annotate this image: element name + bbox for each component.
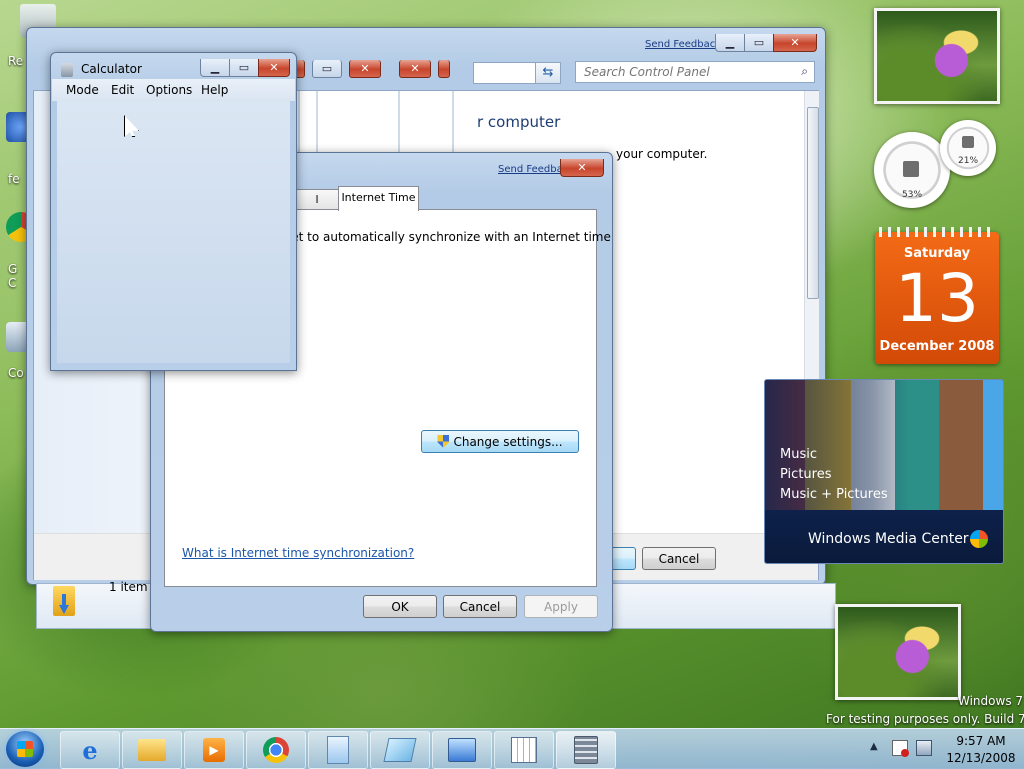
action-center-flag-icon[interactable] bbox=[892, 740, 909, 757]
change-settings-button[interactable]: Change settings... bbox=[421, 430, 579, 453]
page-title: r computer bbox=[477, 113, 561, 131]
media-item-music[interactable]: Music bbox=[780, 447, 817, 462]
search-icon[interactable]: ⌕ bbox=[801, 64, 808, 79]
media-center-title: Windows Media Center bbox=[808, 531, 969, 547]
taskbar-windows-explorer[interactable] bbox=[122, 731, 182, 769]
search-input[interactable] bbox=[582, 64, 786, 80]
taskbar: e ▶ ▲ 9:57 AM 12/13/2008 bbox=[0, 728, 1024, 769]
windows-flag-icon bbox=[17, 741, 33, 757]
menu-help[interactable]: Help bbox=[201, 83, 228, 97]
internet-time-help-link[interactable]: What is Internet time synchronization? bbox=[182, 546, 414, 560]
sync-description: set to automatically synchronize with an… bbox=[285, 230, 611, 244]
taskbar-calendar[interactable] bbox=[494, 731, 554, 769]
control-panel-icon bbox=[448, 738, 476, 762]
desktop-icon-label: G bbox=[8, 262, 18, 276]
close-button[interactable]: ✕ bbox=[560, 159, 604, 177]
taskbar-control-panel[interactable] bbox=[432, 731, 492, 769]
maximize-button[interactable]: ▭ bbox=[229, 59, 259, 77]
calculator-body bbox=[57, 101, 290, 363]
build-watermark-line1: Windows 7 bbox=[958, 694, 1024, 708]
menu-mode[interactable]: Mode bbox=[66, 83, 99, 97]
tab-additional-clocks[interactable]: l Clocks bbox=[295, 189, 339, 226]
calendar-rings bbox=[879, 227, 995, 237]
apply-button[interactable]: Apply bbox=[524, 595, 598, 618]
build-watermark-line2: For testing purposes only. Build 7000 bbox=[826, 712, 1024, 726]
stacked-window-buttons: ✕ ▭ ✕ ✕ bbox=[281, 60, 450, 78]
calendar-day: 13 bbox=[895, 260, 979, 337]
calendar-weekday: Saturday bbox=[903, 246, 971, 261]
clock-time[interactable]: 9:57 AM bbox=[946, 734, 1016, 748]
network-icon[interactable] bbox=[916, 740, 932, 756]
cpu-chip-icon bbox=[903, 161, 919, 177]
close-button[interactable]: ✕ bbox=[258, 59, 290, 77]
minimize-button[interactable]: ▁ bbox=[200, 59, 230, 77]
cpu-percent: 53% bbox=[901, 190, 923, 200]
internet-explorer-icon: e bbox=[82, 735, 98, 765]
taskbar-calculator[interactable] bbox=[556, 731, 616, 769]
memory-gauge: 21% bbox=[940, 120, 996, 176]
taskbar-internet-explorer[interactable]: e bbox=[60, 731, 120, 769]
calculator-app-icon bbox=[61, 63, 73, 77]
menu-bar: Mode Edit Options Help bbox=[52, 79, 295, 101]
maximize-button[interactable]: ▭ bbox=[744, 34, 774, 52]
change-settings-label: Change settings... bbox=[453, 434, 563, 449]
memory-percent: 21% bbox=[957, 156, 979, 166]
search-box[interactable]: ⌕ bbox=[575, 61, 815, 83]
windows-logo-icon bbox=[970, 530, 988, 548]
ok-button[interactable]: OK bbox=[363, 595, 437, 618]
minimize-button[interactable]: ▁ bbox=[715, 34, 745, 52]
taskbar-paint[interactable] bbox=[370, 731, 430, 769]
slideshow-gadget-2[interactable] bbox=[835, 604, 961, 700]
cpu-gauge: 53% bbox=[874, 132, 950, 208]
media-center-gadget[interactable]: Music Pictures Music + Pictures Windows … bbox=[764, 379, 1004, 564]
window-title: Calculator bbox=[81, 62, 142, 76]
desktop-icon-label: C bbox=[8, 276, 17, 290]
cpu-meter-gadget[interactable]: 53% 21% bbox=[872, 118, 1002, 210]
media-player-icon: ▶ bbox=[203, 738, 225, 762]
tab-internet-time[interactable]: Internet Time bbox=[338, 186, 419, 211]
calendar-gadget[interactable]: Saturday 13 December 2008 bbox=[875, 227, 999, 364]
calculator-icon bbox=[574, 736, 598, 764]
folder-icon bbox=[138, 739, 166, 761]
memory-chip-icon bbox=[962, 136, 974, 148]
slideshow-gadget[interactable] bbox=[874, 8, 1000, 104]
calendar-month-year: December 2008 bbox=[879, 339, 995, 354]
clock-date[interactable]: 12/13/2008 bbox=[946, 751, 1016, 765]
show-hidden-icons-chevron-icon[interactable]: ▲ bbox=[870, 741, 878, 752]
desktop-icon-label: Re bbox=[8, 54, 24, 68]
page-description: your computer. bbox=[616, 147, 708, 161]
notepad-icon bbox=[327, 736, 349, 764]
start-button[interactable] bbox=[6, 731, 44, 767]
desktop-icon-label: fe bbox=[8, 172, 20, 186]
taskbar-media-player[interactable]: ▶ bbox=[184, 731, 244, 769]
chrome-icon bbox=[263, 737, 289, 763]
paint-icon bbox=[383, 738, 417, 762]
taskbar-chrome[interactable] bbox=[246, 731, 306, 769]
menu-options[interactable]: Options bbox=[146, 83, 192, 97]
close-button[interactable]: ✕ bbox=[773, 34, 817, 52]
cancel-button[interactable]: Cancel bbox=[642, 547, 716, 570]
desktop-icon-label: Co bbox=[8, 366, 24, 380]
menu-edit[interactable]: Edit bbox=[111, 83, 134, 97]
calculator-window: Calculator ▁ ▭ ✕ Mode Edit Options Help bbox=[50, 52, 297, 371]
taskbar-notepad[interactable] bbox=[308, 731, 368, 769]
send-feedback-link[interactable]: Send Feedback bbox=[645, 39, 721, 50]
uac-shield-icon bbox=[437, 435, 450, 448]
media-item-pictures[interactable]: Pictures bbox=[780, 467, 831, 482]
calendar-clock-icon bbox=[511, 737, 537, 763]
refresh-button[interactable]: ⇆ bbox=[535, 62, 561, 84]
media-item-music-pictures[interactable]: Music + Pictures bbox=[780, 487, 888, 502]
cancel-button[interactable]: Cancel bbox=[443, 595, 517, 618]
status-text: 1 item bbox=[109, 580, 148, 594]
